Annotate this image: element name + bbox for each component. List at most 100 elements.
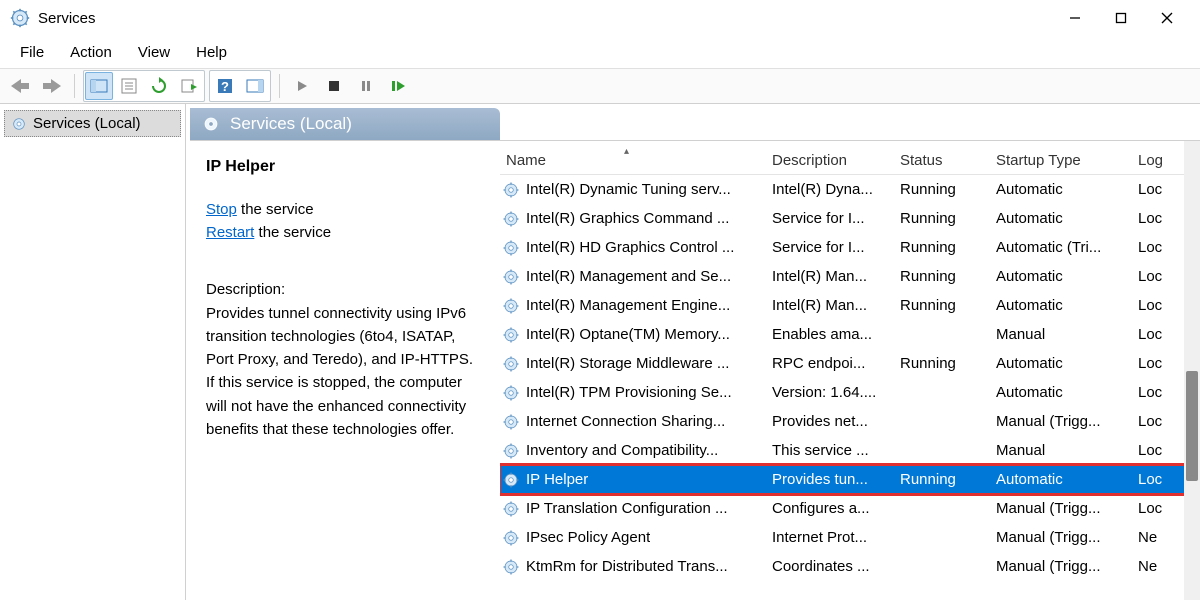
service-row[interactable]: Intel(R) Management Engine...Intel(R) Ma… bbox=[500, 291, 1200, 320]
service-description: Internet Prot... bbox=[772, 529, 900, 546]
service-row[interactable]: KtmRm for Distributed Trans...Coordinate… bbox=[500, 552, 1200, 581]
service-startup-type: Manual (Trigg... bbox=[996, 558, 1138, 575]
service-row[interactable]: IP Translation Configuration ... Configur… bbox=[500, 494, 1200, 523]
stop-service-link[interactable]: Stop bbox=[206, 201, 237, 218]
service-description: Service for I... bbox=[772, 210, 900, 227]
help-button[interactable]: ? bbox=[211, 72, 239, 100]
service-name: Intel(R) Dynamic Tuning serv... bbox=[526, 181, 731, 198]
stop-service-line: Stop the service bbox=[206, 198, 484, 221]
menu-bar: File Action View Help bbox=[0, 36, 1200, 68]
menu-action[interactable]: Action bbox=[58, 40, 124, 65]
service-startup-type: Automatic bbox=[996, 210, 1138, 227]
service-name: IP Helper bbox=[526, 471, 588, 488]
description-text: Provides tunnel connectivity using IPv6 … bbox=[206, 302, 484, 442]
gear-icon bbox=[502, 210, 520, 228]
service-startup-type: Automatic bbox=[996, 297, 1138, 314]
service-row[interactable]: Inventory and Compatibility...This servi… bbox=[500, 436, 1200, 465]
service-row[interactable]: IPsec Policy Agent Internet Prot... Manual… bbox=[500, 523, 1200, 552]
service-row[interactable]: Intel(R) Dynamic Tuning serv... Intel(R) … bbox=[500, 175, 1200, 204]
service-startup-type: Manual bbox=[996, 326, 1138, 343]
service-row[interactable]: Intel(R) Storage Middleware ...RPC endpo… bbox=[500, 349, 1200, 378]
nav-forward-button[interactable] bbox=[38, 72, 66, 100]
col-header-startup[interactable]: Startup Type bbox=[996, 152, 1138, 169]
content-pane: Services (Local) IP Helper Stop the serv… bbox=[186, 104, 1200, 600]
show-hide-action-pane-button[interactable] bbox=[241, 72, 269, 100]
col-header-status[interactable]: Status bbox=[900, 152, 996, 169]
service-description: Provides net... bbox=[772, 413, 900, 430]
service-description: Intel(R) Dyna... bbox=[772, 181, 900, 198]
start-service-button[interactable] bbox=[288, 72, 316, 100]
gear-icon bbox=[502, 500, 520, 518]
refresh-button[interactable] bbox=[145, 72, 173, 100]
service-startup-type: Automatic bbox=[996, 471, 1138, 488]
gear-icon bbox=[502, 239, 520, 257]
stop-service-button[interactable] bbox=[320, 72, 348, 100]
service-startup-type: Manual (Trigg... bbox=[996, 529, 1138, 546]
tree-item-services-local[interactable]: Services (Local) bbox=[4, 110, 181, 137]
service-description: Configures a... bbox=[772, 500, 900, 517]
service-description: Enables ama... bbox=[772, 326, 900, 343]
description-heading: Description: bbox=[206, 278, 484, 301]
content-header-label: Services (Local) bbox=[230, 114, 352, 134]
title-bar: Services bbox=[0, 0, 1200, 36]
gear-icon bbox=[502, 384, 520, 402]
restart-service-button[interactable] bbox=[384, 72, 412, 100]
maximize-button[interactable] bbox=[1098, 2, 1144, 34]
gear-icon bbox=[502, 268, 520, 286]
service-row[interactable]: Intel(R) Graphics Command ...Service for… bbox=[500, 204, 1200, 233]
service-description: Version: 1.64.... bbox=[772, 384, 900, 401]
window-title: Services bbox=[38, 10, 96, 27]
service-status: Running bbox=[900, 210, 996, 227]
service-startup-type: Manual bbox=[996, 442, 1138, 459]
pause-service-button[interactable] bbox=[352, 72, 380, 100]
service-name: Intel(R) TPM Provisioning Se... bbox=[526, 384, 732, 401]
menu-help[interactable]: Help bbox=[184, 40, 239, 65]
service-startup-type: Automatic (Tri... bbox=[996, 239, 1138, 256]
nav-back-button[interactable] bbox=[6, 72, 34, 100]
gear-icon bbox=[502, 181, 520, 199]
service-description: Provides tun... bbox=[772, 471, 900, 488]
service-description: Coordinates ... bbox=[772, 558, 900, 575]
minimize-button[interactable] bbox=[1052, 2, 1098, 34]
service-status: Running bbox=[900, 471, 996, 488]
gear-icon bbox=[502, 558, 520, 576]
service-name: Intel(R) Storage Middleware ... bbox=[526, 355, 729, 372]
service-row[interactable]: Intel(R) HD Graphics Control ...Service … bbox=[500, 233, 1200, 262]
service-name: IP Translation Configuration ... bbox=[526, 500, 728, 517]
col-header-name[interactable]: ▴ Name bbox=[500, 152, 772, 169]
service-status: Running bbox=[900, 181, 996, 198]
service-status: Running bbox=[900, 297, 996, 314]
close-button[interactable] bbox=[1144, 2, 1190, 34]
service-row[interactable]: Intel(R) Management and Se...Intel(R) Ma… bbox=[500, 262, 1200, 291]
sort-indicator-icon: ▴ bbox=[624, 146, 629, 157]
content-header-tab: Services (Local) bbox=[190, 108, 500, 140]
service-status: Running bbox=[900, 355, 996, 372]
gear-icon bbox=[502, 297, 520, 315]
service-startup-type: Automatic bbox=[996, 181, 1138, 198]
service-row[interactable]: Intel(R) Optane(TM) Memory...Enables ama… bbox=[500, 320, 1200, 349]
show-hide-tree-button[interactable] bbox=[85, 72, 113, 100]
service-row[interactable]: IP Helper Provides tun...RunningAutomatic… bbox=[500, 465, 1200, 494]
services-list: ▴ Name Description Status Startup Type L… bbox=[500, 141, 1200, 600]
service-name: Intel(R) HD Graphics Control ... bbox=[526, 239, 734, 256]
service-row[interactable]: Intel(R) TPM Provisioning Se... Version: … bbox=[500, 378, 1200, 407]
service-row[interactable]: Internet Connection Sharing...Provides n… bbox=[500, 407, 1200, 436]
service-status: Running bbox=[900, 239, 996, 256]
menu-view[interactable]: View bbox=[126, 40, 182, 65]
service-status: Running bbox=[900, 268, 996, 285]
gear-icon bbox=[502, 326, 520, 344]
vertical-scrollbar[interactable] bbox=[1184, 141, 1200, 600]
export-list-button[interactable] bbox=[175, 72, 203, 100]
col-header-description[interactable]: Description bbox=[772, 152, 900, 169]
service-description: This service ... bbox=[772, 442, 900, 459]
scrollbar-thumb[interactable] bbox=[1186, 371, 1198, 481]
service-name: IPsec Policy Agent bbox=[526, 529, 650, 546]
toolbar: ? bbox=[0, 68, 1200, 104]
gear-icon bbox=[502, 529, 520, 547]
properties-button[interactable] bbox=[115, 72, 143, 100]
service-startup-type: Automatic bbox=[996, 355, 1138, 372]
gear-icon bbox=[502, 471, 520, 489]
service-description: Intel(R) Man... bbox=[772, 297, 900, 314]
menu-file[interactable]: File bbox=[8, 40, 56, 65]
restart-service-link[interactable]: Restart bbox=[206, 224, 254, 241]
